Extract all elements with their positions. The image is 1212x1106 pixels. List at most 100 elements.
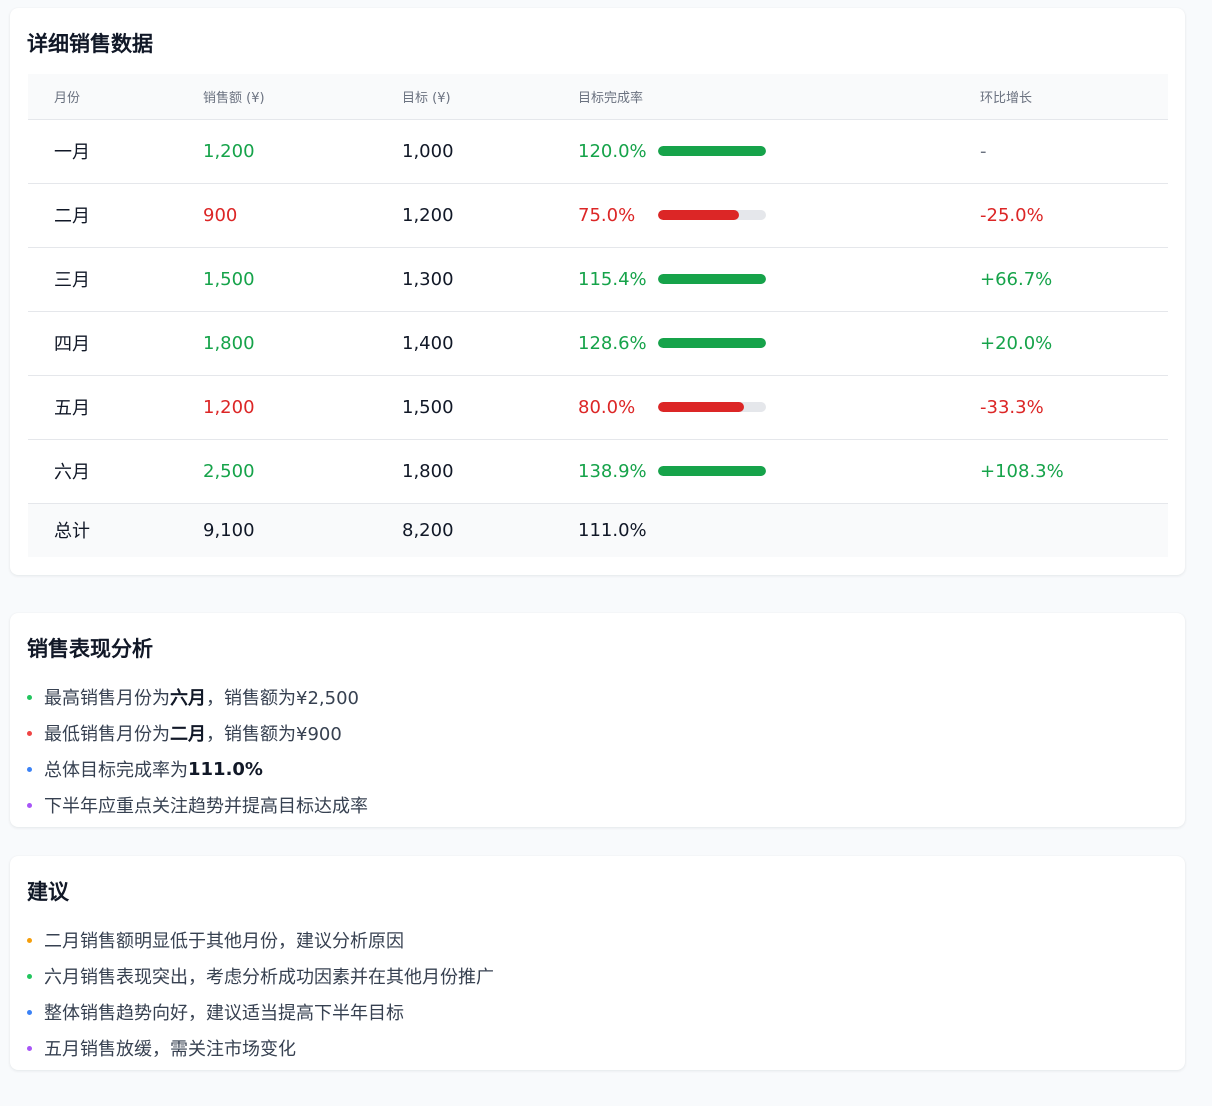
item-highlight: 六月 (170, 688, 206, 709)
cell-growth: -25.0% (980, 183, 1168, 248)
total-growth (980, 503, 1168, 557)
table-row: 六月 2,500 1,800 138.9% +108.3% (28, 439, 1168, 504)
list-item: 下半年应重点关注趋势并提高目标达成率 (27, 787, 368, 823)
table-row: 二月 900 1,200 75.0% -25.0% (28, 183, 1168, 248)
table-total-row: 总计 9,100 8,200 111.0% (28, 503, 1168, 557)
cell-rate: 80.0% (578, 375, 980, 440)
rate-value: 138.9% (578, 460, 647, 482)
list-item: 六月销售表现突出，考虑分析成功因素并在其他月份推广 (27, 958, 494, 994)
cell-target: 1,000 (402, 119, 578, 184)
sales-table-card: 详细销售数据 月份 销售额 (¥) 目标 (¥) 目标完成率 环比增长 一月 1… (10, 8, 1185, 575)
cell-sales: 1,200 (203, 375, 402, 440)
analysis-list: 最高销售月份为 六月 ，销售额为¥2,500 最低销售月份为 二月 ，销售额为¥900 … (27, 679, 368, 823)
header-sales: 销售额 (¥) (203, 74, 402, 120)
rate-value: 128.6% (578, 332, 647, 354)
bullet-dot-icon (27, 730, 32, 736)
rate-progress-fill (658, 402, 745, 412)
bullet-dot-icon (27, 694, 32, 700)
sales-table: 月份 销售额 (¥) 目标 (¥) 目标完成率 环比增长 一月 1,200 1,… (28, 74, 1168, 557)
header-month: 月份 (28, 74, 203, 120)
cell-month: 五月 (28, 375, 203, 440)
item-highlight: 111.0% (188, 758, 263, 780)
rate-progress-fill (658, 146, 766, 156)
cell-rate: 120.0% (578, 119, 980, 184)
total-label: 总计 (28, 503, 203, 557)
item-prefix: 下半年应重点关注趋势并提高目标达成率 (44, 796, 368, 817)
bullet-dot-icon (27, 802, 32, 808)
cell-target: 1,500 (402, 375, 578, 440)
cell-rate: 138.9% (578, 439, 980, 504)
list-item: 最高销售月份为 六月 ，销售额为¥2,500 (27, 679, 368, 715)
rate-progress-bar (658, 146, 766, 156)
cell-target: 1,300 (402, 247, 578, 312)
cell-sales: 900 (203, 183, 402, 248)
cell-month: 四月 (28, 311, 203, 376)
cell-growth: +108.3% (980, 439, 1168, 504)
total-sales: 9,100 (203, 503, 402, 557)
cell-growth: +66.7% (980, 247, 1168, 312)
table-header-row: 月份 销售额 (¥) 目标 (¥) 目标完成率 环比增长 (28, 74, 1168, 120)
cell-growth: - (980, 119, 1168, 184)
table-body: 一月 1,200 1,000 120.0% - 二月 900 1,200 75.… (28, 119, 1168, 557)
analysis-title: 销售表现分析 (27, 637, 153, 661)
cell-target: 1,200 (402, 183, 578, 248)
item-highlight: 二月 (170, 724, 206, 745)
list-item: 最低销售月份为 二月 ，销售额为¥900 (27, 715, 368, 751)
cell-target: 1,400 (402, 311, 578, 376)
rate-progress-bar (658, 466, 766, 476)
bullet-dot-icon (27, 1009, 32, 1015)
item-prefix: 总体目标完成率为 (44, 760, 188, 781)
rate-progress-bar (658, 402, 766, 412)
list-item: 五月销售放缓，需关注市场变化 (27, 1030, 494, 1066)
cell-month: 三月 (28, 247, 203, 312)
sales-table-title: 详细销售数据 (27, 32, 153, 56)
bullet-dot-icon (27, 766, 32, 772)
cell-growth: -33.3% (980, 375, 1168, 440)
rate-progress-fill (658, 338, 766, 348)
item-prefix: 最高销售月份为 (44, 688, 170, 709)
item-prefix: 最低销售月份为 (44, 724, 170, 745)
item-text: 五月销售放缓，需关注市场变化 (44, 1039, 296, 1060)
cell-growth: +20.0% (980, 311, 1168, 376)
advice-card: 建议 二月销售额明显低于其他月份，建议分析原因 六月销售表现突出，考虑分析成功因… (10, 856, 1185, 1070)
rate-value: 80.0% (578, 396, 636, 418)
cell-target: 1,800 (402, 439, 578, 504)
table-row: 五月 1,200 1,500 80.0% -33.3% (28, 375, 1168, 440)
cell-rate: 115.4% (578, 247, 980, 312)
rate-progress-bar (658, 210, 766, 220)
cell-rate: 128.6% (578, 311, 980, 376)
rate-value: 115.4% (578, 268, 647, 290)
table-row: 三月 1,500 1,300 115.4% +66.7% (28, 247, 1168, 312)
rate-value: 120.0% (578, 140, 647, 162)
cell-sales: 1,500 (203, 247, 402, 312)
cell-month: 六月 (28, 439, 203, 504)
table-row: 一月 1,200 1,000 120.0% - (28, 119, 1168, 184)
cell-sales: 1,800 (203, 311, 402, 376)
bullet-dot-icon (27, 1045, 32, 1051)
total-target: 8,200 (402, 503, 578, 557)
table-row: 四月 1,800 1,400 128.6% +20.0% (28, 311, 1168, 376)
total-rate: 111.0% (578, 503, 980, 557)
advice-list: 二月销售额明显低于其他月份，建议分析原因 六月销售表现突出，考虑分析成功因素并在… (27, 922, 494, 1066)
rate-progress-bar (658, 274, 766, 284)
cell-sales: 2,500 (203, 439, 402, 504)
header-growth: 环比增长 (980, 74, 1168, 120)
item-suffix: ，销售额为¥900 (206, 724, 342, 745)
item-text: 整体销售趋势向好，建议适当提高下半年目标 (44, 1003, 404, 1024)
header-rate: 目标完成率 (578, 74, 980, 120)
list-item: 总体目标完成率为 111.0% (27, 751, 368, 787)
rate-progress-fill (658, 210, 739, 220)
item-suffix: ，销售额为¥2,500 (206, 688, 359, 709)
rate-value: 75.0% (578, 204, 636, 226)
cell-sales: 1,200 (203, 119, 402, 184)
item-text: 二月销售额明显低于其他月份，建议分析原因 (44, 931, 404, 952)
cell-month: 二月 (28, 183, 203, 248)
rate-progress-fill (658, 466, 766, 476)
header-target: 目标 (¥) (402, 74, 578, 120)
cell-rate: 75.0% (578, 183, 980, 248)
list-item: 整体销售趋势向好，建议适当提高下半年目标 (27, 994, 494, 1030)
list-item: 二月销售额明显低于其他月份，建议分析原因 (27, 922, 494, 958)
cell-month: 一月 (28, 119, 203, 184)
advice-title: 建议 (27, 880, 69, 904)
rate-progress-bar (658, 338, 766, 348)
